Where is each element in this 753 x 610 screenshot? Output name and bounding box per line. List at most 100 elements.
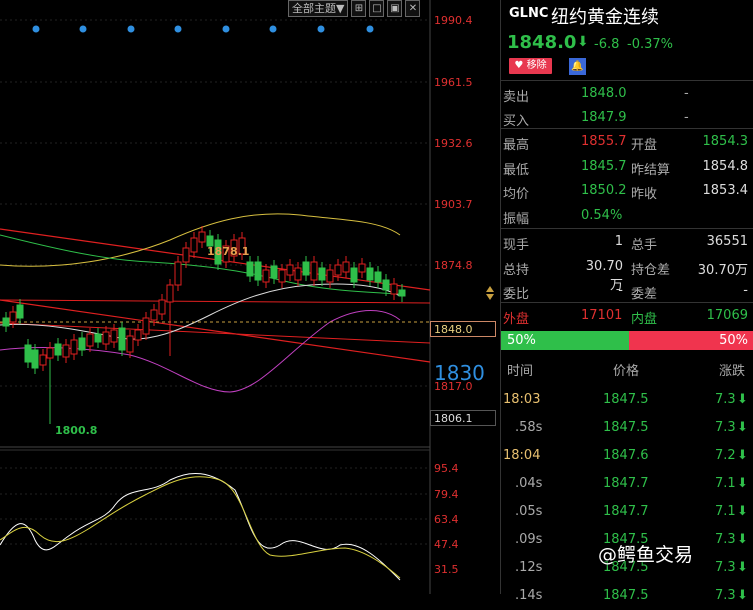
tick-time: .14s: [515, 588, 543, 603]
tick-change: 7.3: [715, 392, 736, 407]
last-price: 1848.0: [507, 32, 577, 53]
bid-ask-row: 卖出 1848.0 -: [501, 82, 753, 106]
down-arrow-icon: ⬇: [737, 532, 748, 547]
down-arrow-icon: ⬇: [737, 392, 748, 407]
current-price-tag: 1848.0: [430, 321, 496, 337]
price-axis-label: 1903.7: [434, 198, 473, 211]
volume-row: 现手 1 总手 36551: [501, 230, 753, 254]
tick-row: .04s 1847.7 7.1 ⬇: [501, 470, 753, 498]
stat-label: 昨收: [631, 187, 658, 202]
remove-watchlist-button[interactable]: ♥ 移除: [509, 58, 552, 74]
stat-label: 开盘: [631, 138, 658, 153]
ticks-header-change: 涨跌: [719, 364, 746, 379]
price-change: -6.8: [594, 37, 620, 52]
low-annotation: 1800.8: [55, 424, 98, 437]
down-arrow-icon: ⬇: [737, 476, 748, 491]
stat-label: 振幅: [503, 211, 530, 227]
low-price-tag: 1806.1: [430, 410, 496, 426]
tick-time: .05s: [515, 504, 543, 519]
window-icon[interactable]: ▣: [387, 0, 403, 17]
bid-ask-label: 买入: [503, 114, 530, 129]
stat-label: 最高: [503, 138, 530, 153]
theme-dropdown[interactable]: 全部主题▼: [288, 0, 349, 17]
level-label: 1830: [434, 361, 485, 385]
tick-change: 7.3: [715, 532, 736, 547]
stat-value: 0.54%: [581, 207, 623, 223]
kline-chart[interactable]: 全部主题▼ ⊞ □ ▣ ✕ 1990.4 1961.5 1932.6 1903.…: [0, 0, 500, 594]
indicator-axis-label: 63.4: [434, 513, 459, 526]
tick-row: .58s 1847.5 7.3 ⬇: [501, 414, 753, 442]
chart-canvas: [0, 0, 494, 594]
stat-label: 最低: [503, 162, 530, 178]
outer-inner-row: 外盘 17101 内盘 17069: [501, 304, 753, 328]
indicator-axis-label: 47.4: [434, 538, 459, 551]
square-icon[interactable]: □: [369, 0, 385, 17]
ticks-header-time: 时间: [507, 364, 534, 379]
tick-change: 7.1: [715, 504, 736, 519]
tick-change: 7.3: [715, 560, 736, 575]
price-axis-label: 1874.8: [434, 259, 473, 272]
tick-row: 18:03 1847.5 7.3 ⬇: [501, 386, 753, 414]
bid-ask-row: 买入 1847.9 -: [501, 106, 753, 130]
tick-row: 18:04 1847.6 7.2 ⬇: [501, 442, 753, 470]
tick-time: 18:03: [503, 392, 541, 407]
bid-ask-label: 卖出: [503, 90, 530, 105]
inner-value: 17069: [706, 308, 748, 323]
price-axis-label: 1990.4: [434, 14, 473, 27]
stats-row: 均价 1850.2 昨收 1853.4: [501, 179, 753, 203]
stats-row: 最低 1845.7 昨结算 1854.8: [501, 155, 753, 179]
tick-time: .58s: [515, 420, 543, 435]
volume-label: 现手: [503, 238, 530, 253]
volume-value: -: [618, 283, 623, 298]
down-arrow-icon: ⬇: [737, 420, 748, 435]
indicator-line-k: [0, 472, 401, 581]
quote-panel: GLNC 纽约黄金连续 1848.0 ⬇ -6.8 -0.37% ♥ 移除 🔔 …: [500, 0, 753, 603]
watermark: @鳄鱼交易: [598, 544, 694, 566]
close-icon[interactable]: ✕: [405, 0, 421, 17]
down-arrow-icon: ⬇: [737, 588, 748, 603]
volume-label: 持仓差: [631, 262, 671, 278]
volume-value: 1: [614, 234, 623, 249]
stats-row: 最高 1855.7 开盘 1854.3: [501, 130, 753, 154]
grid-icon[interactable]: ⊞: [351, 0, 367, 17]
stat-value: 1850.2: [581, 183, 627, 198]
bid-ask-value: 1848.0: [581, 86, 627, 101]
bell-icon[interactable]: 🔔: [569, 58, 586, 75]
tick-time: .12s: [515, 560, 543, 575]
tick-time: .04s: [515, 476, 543, 491]
price-axis-label: 1961.5: [434, 76, 473, 89]
tick-price: 1847.5: [603, 588, 649, 603]
indicator-axis-label: 79.4: [434, 488, 459, 501]
tick-change: 7.2: [715, 448, 736, 463]
down-arrow-icon: ⬇: [737, 560, 748, 575]
tick-time: 18:04: [503, 448, 541, 463]
indicator-axis-label: 31.5: [434, 563, 459, 576]
candlesticks: [2, 226, 406, 424]
down-arrow-icon: ⬇: [737, 504, 748, 519]
indicator-line-d: [0, 476, 401, 579]
indicator-axis-label: 95.4: [434, 462, 459, 475]
bid-ask-extra: -: [684, 110, 689, 125]
tick-change: 7.3: [715, 588, 736, 603]
inner-label: 内盘: [631, 312, 658, 327]
tick-row: .14s 1847.5 7.3 ⬇: [501, 582, 753, 610]
volume-value: 30.70万: [697, 262, 748, 278]
price-axis-label: 1932.6: [434, 137, 473, 150]
chart-toolbar: 全部主题▼ ⊞ □ ▣ ✕: [288, 0, 421, 17]
volume-row: 总持 30.70万 持仓差 30.70万: [501, 255, 753, 293]
volume-row: 委比 - 委差 -: [501, 279, 753, 303]
tick-price: 1847.7: [603, 504, 649, 519]
volume-value: -: [743, 283, 748, 298]
stat-value: 1845.7: [581, 158, 627, 174]
stat-value: 1854.3: [702, 134, 749, 149]
volume-value: 36551: [706, 234, 748, 249]
tick-price: 1847.5: [603, 392, 649, 407]
outer-value: 17101: [581, 308, 623, 323]
tick-change: 7.3: [715, 420, 736, 435]
stat-value: 1854.8: [702, 158, 749, 174]
stat-value: 1853.4: [702, 183, 749, 198]
volume-label: 委差: [631, 287, 658, 302]
signal-dots: [32, 25, 374, 33]
buy-ratio-bar: 50%: [501, 331, 629, 350]
price-change-percent: -0.37%: [627, 37, 673, 52]
